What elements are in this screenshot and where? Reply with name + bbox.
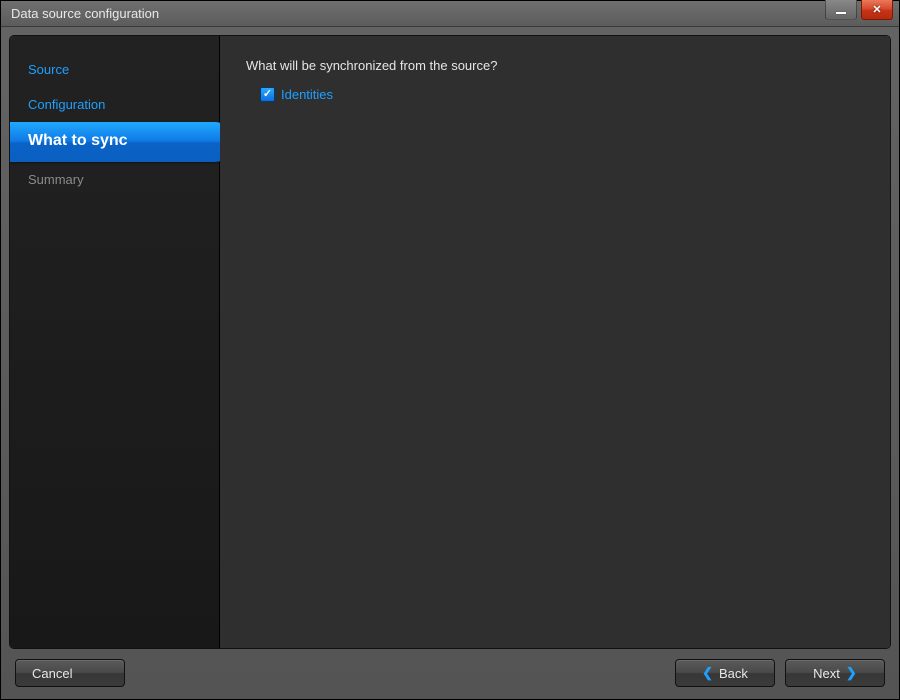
back-label: Back [719, 666, 748, 681]
sidebar-item-label: What to sync [28, 132, 128, 149]
sidebar-item-label: Configuration [28, 97, 105, 112]
identities-checkbox[interactable]: ✓ [260, 87, 275, 102]
sidebar-item-what-to-sync[interactable]: What to sync [10, 122, 233, 162]
sync-option-identities[interactable]: ✓ Identities [260, 87, 864, 102]
body-frame: Source Configuration What to sync Summar… [1, 27, 899, 699]
sidebar-item-source[interactable]: Source [10, 52, 219, 87]
chevron-left-icon: ❮ [702, 665, 713, 681]
window-title: Data source configuration [11, 6, 825, 21]
footer: Cancel ❮ Back Next ❯ [9, 649, 891, 691]
main-panel: What will be synchronized from the sourc… [220, 36, 890, 648]
chevron-right-icon: ❯ [846, 665, 857, 681]
dialog-window: Data source configuration ✕ Source Confi… [0, 0, 900, 700]
sidebar: Source Configuration What to sync Summar… [10, 36, 220, 648]
sidebar-item-label: Source [28, 62, 69, 77]
minimize-icon [836, 12, 846, 14]
sidebar-item-summary[interactable]: Summary [10, 162, 219, 197]
content-area: Source Configuration What to sync Summar… [9, 35, 891, 649]
checkmark-icon: ✓ [263, 89, 272, 100]
next-label: Next [813, 666, 840, 681]
sync-question: What will be synchronized from the sourc… [246, 58, 864, 73]
identities-label: Identities [281, 87, 333, 102]
window-controls: ✕ [825, 1, 899, 26]
minimize-button[interactable] [825, 0, 857, 20]
sidebar-item-label: Summary [28, 172, 84, 187]
next-button[interactable]: Next ❯ [785, 659, 885, 687]
close-icon: ✕ [872, 3, 881, 16]
sidebar-item-configuration[interactable]: Configuration [10, 87, 219, 122]
titlebar[interactable]: Data source configuration ✕ [1, 1, 899, 27]
cancel-label: Cancel [32, 666, 72, 681]
close-button[interactable]: ✕ [861, 0, 893, 20]
back-button[interactable]: ❮ Back [675, 659, 775, 687]
cancel-button[interactable]: Cancel [15, 659, 125, 687]
